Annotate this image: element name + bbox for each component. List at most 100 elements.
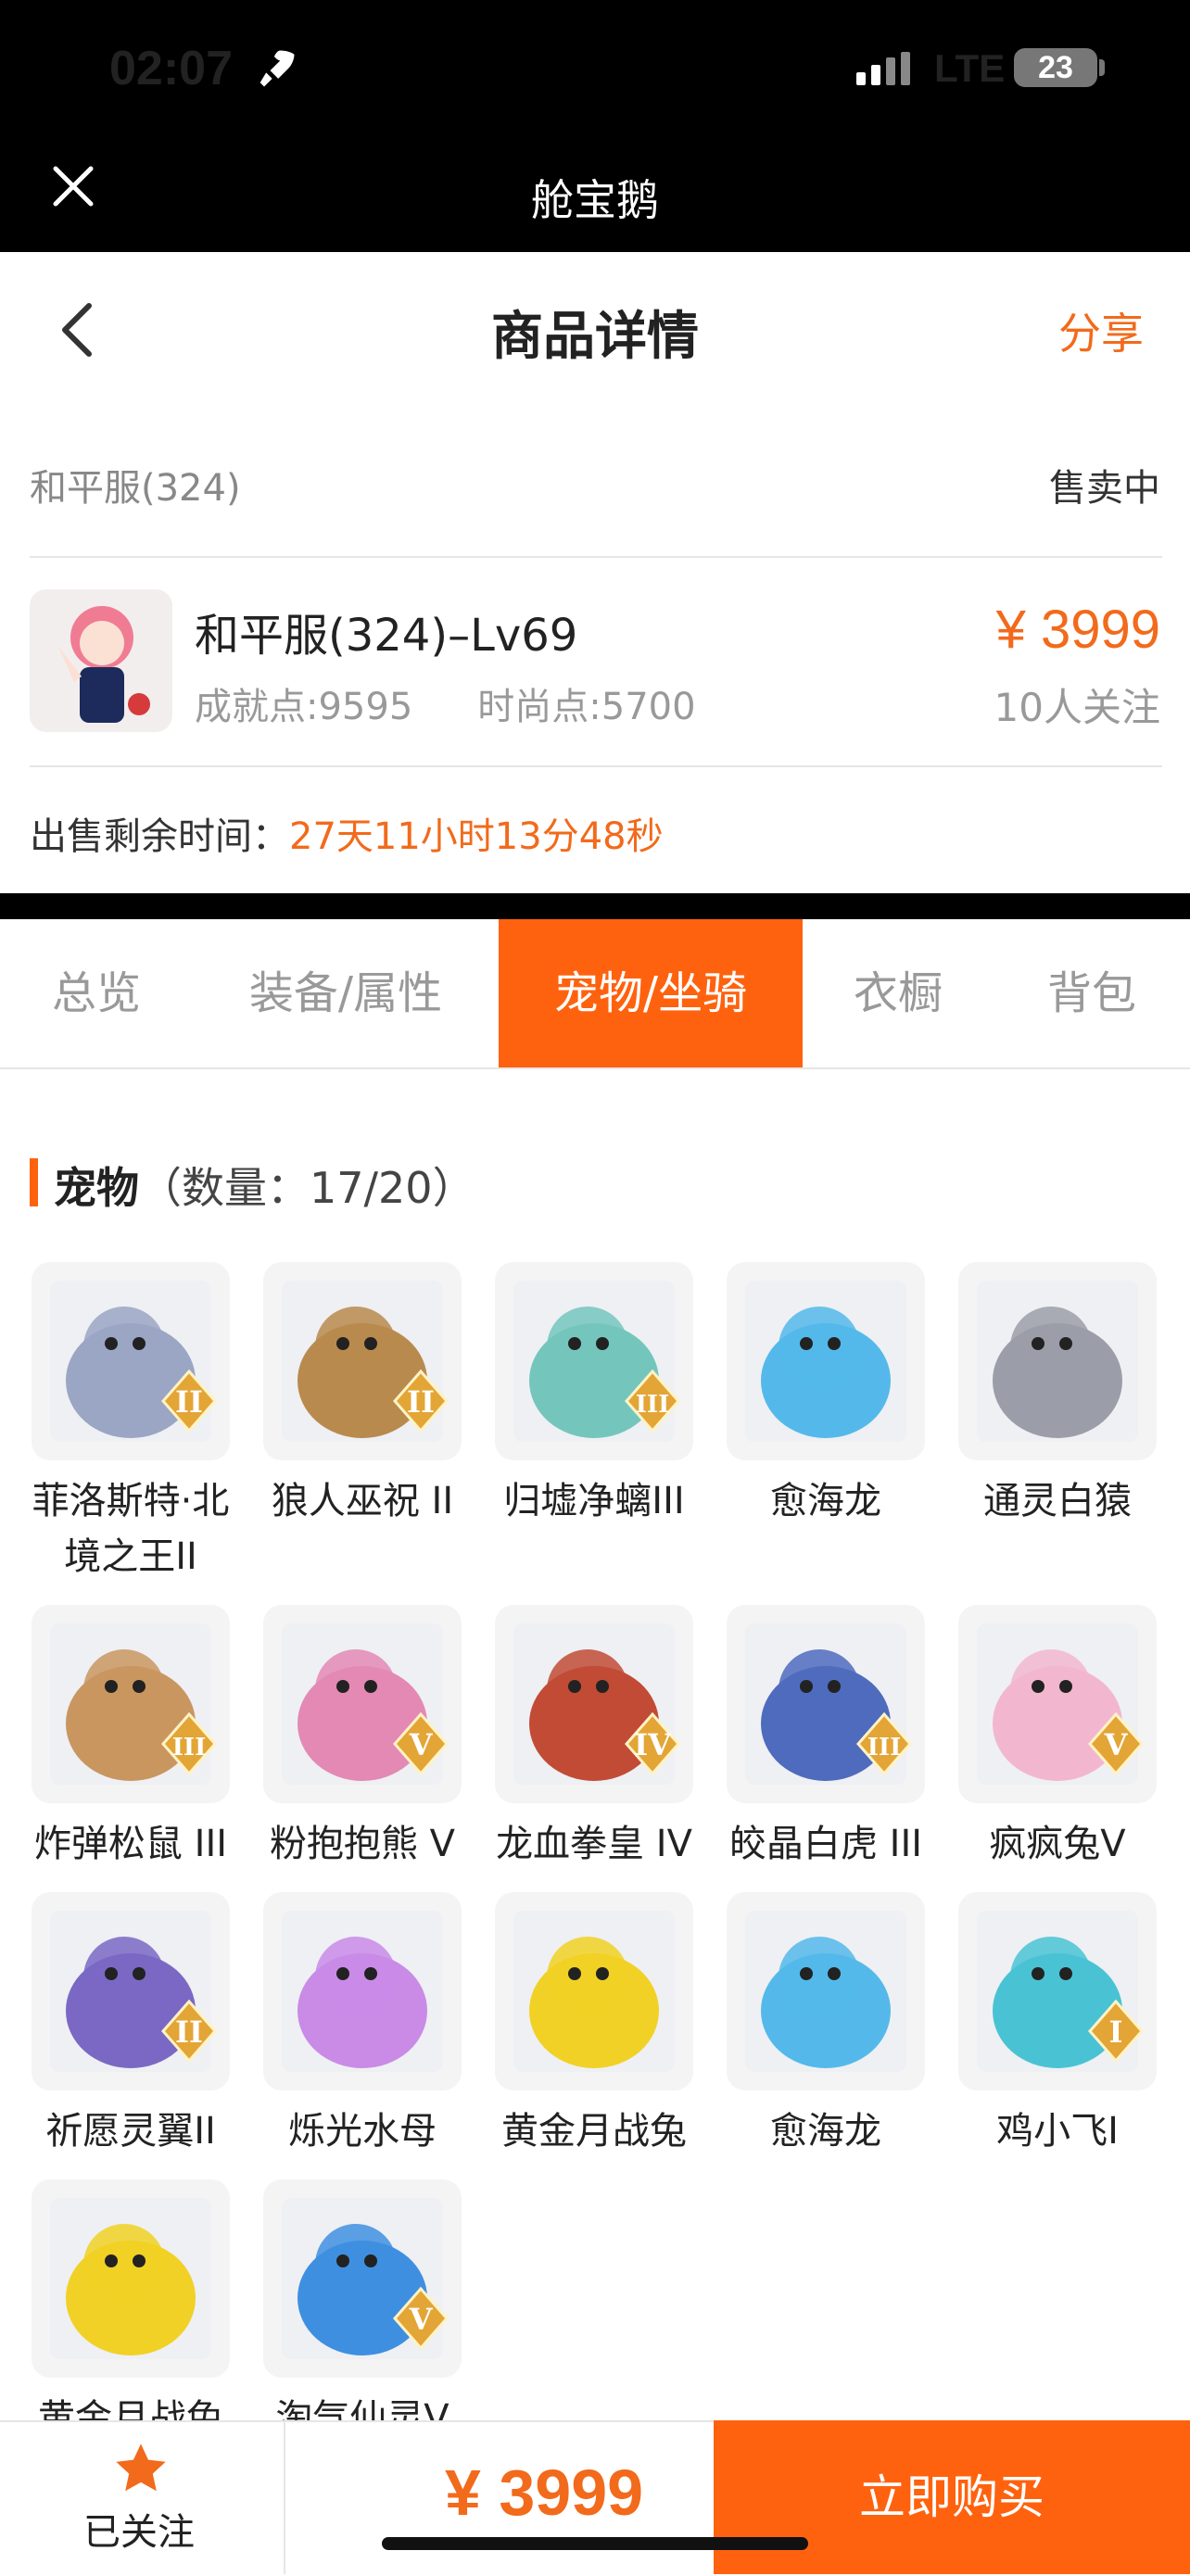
tier-badge-label: V [1104, 1727, 1129, 1762]
item-name: 和平服(324)–Lv69 [195, 610, 578, 662]
pet-portrait: II [50, 1281, 217, 1442]
pet-image: IV [495, 1605, 693, 1803]
pet-portrait: I [977, 1911, 1144, 2072]
remaining-label: 出售剩余时间： [30, 815, 289, 858]
pet-image: III [727, 1605, 925, 1803]
item-price: ¥ 3999 [995, 600, 1160, 660]
pet-portrait: III [513, 1281, 680, 1442]
battery-cap [1099, 59, 1105, 76]
pet-name: 疯疯兔V [989, 1823, 1126, 1865]
pet-image [263, 1892, 462, 2090]
tier-badge-label: V [409, 2302, 434, 2337]
pet-name: 归墟净螭III [503, 1480, 685, 1522]
page-title: 商品详情 [491, 307, 699, 367]
pet-image [727, 1892, 925, 2090]
share-button[interactable]: 分享 [1058, 300, 1144, 361]
tab-backpack[interactable]: 背包 [994, 919, 1190, 1067]
tier-badge-label: III [172, 1734, 207, 1762]
home-indicator [382, 2537, 808, 2550]
pet-name: 鸡小飞I [996, 2110, 1119, 2153]
tier-badge-label: III [636, 1391, 670, 1419]
pet-image: III [495, 1262, 693, 1460]
pet-portrait: II [282, 1281, 449, 1442]
pet-image: II [32, 1262, 230, 1460]
pet-image [958, 1262, 1157, 1460]
pet-portrait: II [50, 1911, 217, 2072]
battery-level: 23 [1038, 50, 1073, 85]
pet-name: 菲洛斯特·北境之王II [32, 1480, 230, 1578]
tab-equipment[interactable]: 装备/属性 [193, 919, 499, 1067]
pet-name: 粉抱抱熊 V [269, 1823, 456, 1865]
server-name: 和平服(324) [30, 467, 241, 510]
pet-name: 祈愿灵翼II [45, 2110, 216, 2153]
follow-count: 10人关注 [994, 685, 1160, 730]
tier-badge-label: II [407, 1384, 435, 1420]
signal-icon [856, 52, 910, 85]
pet-portrait: V [282, 1623, 449, 1785]
pet-portrait: IV [513, 1623, 680, 1785]
pet-name: 狼人巫祝 II [271, 1480, 454, 1522]
tab-wardrobe[interactable]: 衣橱 [803, 919, 994, 1067]
divider [284, 2420, 285, 2574]
tier-badge-label: IV [634, 1727, 672, 1762]
pet-portrait [745, 1911, 906, 2072]
pet-image: II [32, 1892, 230, 2090]
pet-name: 通灵白猿 [983, 1480, 1132, 1522]
pet-portrait [282, 1911, 443, 2072]
section-separator [0, 893, 1190, 919]
section-count: （数量：17/20） [139, 1163, 475, 1213]
section-title: 宠物（数量：17/20） [54, 1155, 475, 1216]
pet-image: III [32, 1605, 230, 1803]
tab-bar: 总览 装备/属性 宠物/坐骑 衣橱 背包 [0, 919, 1190, 1069]
tier-badge-label: II [175, 1384, 203, 1420]
pet-image [495, 1892, 693, 2090]
pet-name: 烁光水母 [288, 2110, 437, 2153]
divider [30, 765, 1162, 767]
pet-portrait [745, 1281, 906, 1442]
remaining-time: 出售剩余时间：27天11小时13分48秒 [30, 806, 664, 860]
remaining-value: 27天11小时13分48秒 [289, 815, 664, 858]
tier-badge-label: III [867, 1734, 902, 1762]
pet-portrait: V [282, 2198, 449, 2359]
status-time: 02:07 [109, 42, 233, 95]
tier-badge-label: V [409, 1727, 434, 1762]
pet-name: 黄金月战兔 [501, 2110, 687, 2153]
pet-image: I [958, 1892, 1157, 2090]
bottom-price: ¥ 3999 [445, 2456, 644, 2529]
pet-image: V [958, 1605, 1157, 1803]
sale-status: 售卖中 [1049, 467, 1160, 510]
section-accent-bar [30, 1158, 38, 1206]
pet-name: 愈海龙 [770, 2110, 881, 2153]
pet-image [727, 1262, 925, 1460]
section-name: 宠物 [54, 1163, 139, 1213]
pet-portrait [513, 1911, 675, 2072]
network-label: LTE [934, 46, 1006, 90]
followed-button[interactable]: 已关注 [83, 2502, 195, 2556]
fashion-points: 时尚点:5700 [477, 686, 696, 728]
tab-overview[interactable]: 总览 [0, 919, 193, 1067]
rocket-icon [260, 50, 295, 87]
pet-portrait [50, 2198, 211, 2359]
pet-image: V [263, 1605, 462, 1803]
buy-now-button[interactable]: 立即购买 [714, 2420, 1190, 2574]
tab-pets-mounts[interactable]: 宠物/坐骑 [499, 919, 803, 1067]
pet-portrait [977, 1281, 1138, 1442]
pet-image: V [263, 2179, 462, 2378]
pet-portrait: V [977, 1623, 1144, 1785]
pet-portrait: III [50, 1623, 217, 1785]
star-icon[interactable] [111, 2439, 171, 2498]
item-stats: 成就点:9595 时尚点:5700 [195, 676, 761, 730]
pet-image: II [263, 1262, 462, 1460]
pet-name: 龙血拳皇 IV [496, 1823, 692, 1865]
pet-name: 愈海龙 [770, 1480, 881, 1522]
pet-image [32, 2179, 230, 2378]
pet-name: 炸弹松鼠 III [33, 1823, 228, 1865]
divider [30, 556, 1162, 558]
pet-name: 皎晶白虎 III [728, 1823, 923, 1865]
tier-badge-label: II [175, 2014, 203, 2050]
app-title: 舱宝鹅 [531, 175, 659, 225]
pet-portrait: III [745, 1623, 912, 1785]
achievement-points: 成就点:9595 [195, 686, 413, 728]
character-avatar [30, 589, 172, 732]
tier-badge-label: I [1109, 2014, 1123, 2050]
